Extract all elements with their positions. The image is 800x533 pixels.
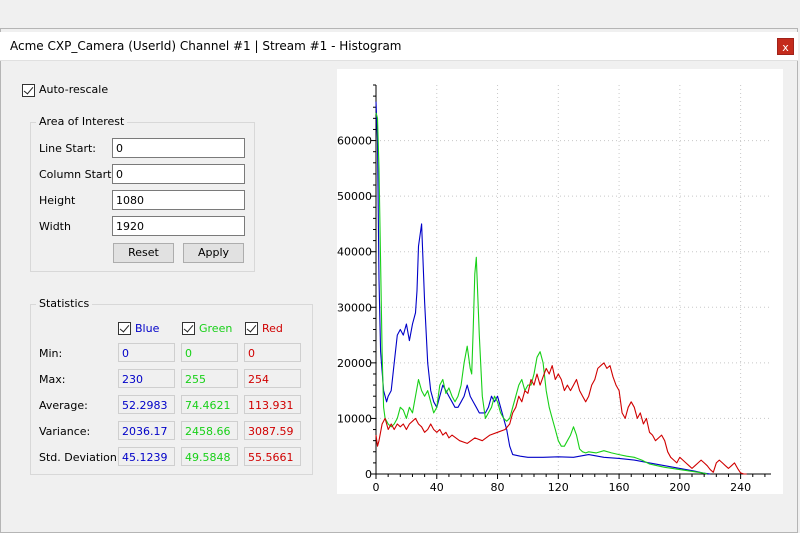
red-channel-label: Red <box>262 322 283 335</box>
width-label: Width <box>39 220 71 233</box>
blue-channel-label: Blue <box>135 322 160 335</box>
y-tick-label-40000: 40000 <box>337 246 372 259</box>
column-start-label: Column Start: <box>39 168 116 181</box>
stat-label-max: Max: <box>39 373 66 386</box>
stat-max-red: 254 <box>244 369 301 388</box>
stat-min-green: 0 <box>181 343 238 362</box>
red-checkbox[interactable] <box>245 322 258 335</box>
stat-variance-blue: 2036.17 <box>118 421 175 440</box>
y-tick-label-0: 0 <box>365 468 372 481</box>
auto-rescale-checkbox[interactable] <box>22 84 35 97</box>
stat-max-green: 255 <box>181 369 238 388</box>
width-input[interactable]: 1920 <box>112 216 245 236</box>
blue-checkbox[interactable] <box>118 322 131 335</box>
green-channel-label: Green <box>199 322 233 335</box>
height-label: Height <box>39 194 76 207</box>
stat-average-green: 74.4621 <box>181 395 238 414</box>
stat-min-red: 0 <box>244 343 301 362</box>
y-tick-label-30000: 30000 <box>337 301 372 314</box>
y-tick-label-20000: 20000 <box>337 357 372 370</box>
green-checkbox[interactable] <box>182 322 195 335</box>
title-bar[interactable]: Acme CXP_Camera (UserId) Channel #1 | St… <box>0 32 798 61</box>
x-tick-label-160: 160 <box>609 481 630 494</box>
x-tick-label-80: 80 <box>491 481 505 494</box>
histogram-chart: 0 40 80 120 160 200 240 0 10000 20000 30000 40000 50… <box>337 84 771 494</box>
x-tick-label-240: 240 <box>730 481 751 494</box>
stat-label-std-deviation: Std. Deviation: <box>39 451 121 464</box>
close-button[interactable]: x <box>777 38 794 55</box>
stat-label-variance: Variance: <box>39 425 91 438</box>
line-start-label: Line Start: <box>39 142 96 155</box>
stat-label-min: Min: <box>39 347 63 360</box>
y-tick-label-50000: 50000 <box>337 190 372 203</box>
auto-rescale-label: Auto-rescale <box>39 83 109 96</box>
reset-button[interactable]: Reset <box>113 243 174 263</box>
stat-min-blue: 0 <box>118 343 175 362</box>
stat-label-average: Average: <box>39 399 88 412</box>
statistics-group-title: Statistics <box>36 297 93 310</box>
stat-average-red: 113.931 <box>244 395 301 414</box>
x-tick-label-200: 200 <box>669 481 690 494</box>
column-start-input[interactable]: 0 <box>112 164 245 184</box>
histogram-plot[interactable]: 0 40 80 120 160 200 240 0 10000 20000 30000 40000 50… <box>337 69 783 494</box>
stat-std-deviation-green: 49.5848 <box>181 447 238 466</box>
y-tick-label-60000: 60000 <box>337 135 372 148</box>
x-tick-label-120: 120 <box>548 481 569 494</box>
height-input[interactable]: 1080 <box>112 190 245 210</box>
series-line-1 <box>375 112 708 475</box>
stat-std-deviation-blue: 45.1239 <box>118 447 175 466</box>
line-start-input[interactable]: 0 <box>112 138 245 158</box>
window-title: Acme CXP_Camera (UserId) Channel #1 | St… <box>10 39 402 53</box>
x-tick-label-0: 0 <box>373 481 380 494</box>
stat-variance-red: 3087.59 <box>244 421 301 440</box>
aoi-group-title: Area of Interest <box>36 115 128 128</box>
stat-variance-green: 2458.66 <box>181 421 238 440</box>
stat-std-deviation-red: 55.5661 <box>244 447 301 466</box>
x-tick-label-40: 40 <box>430 481 444 494</box>
stat-max-blue: 230 <box>118 369 175 388</box>
y-tick-label-10000: 10000 <box>337 412 372 425</box>
apply-button[interactable]: Apply <box>183 243 244 263</box>
stat-average-blue: 52.2983 <box>118 395 175 414</box>
